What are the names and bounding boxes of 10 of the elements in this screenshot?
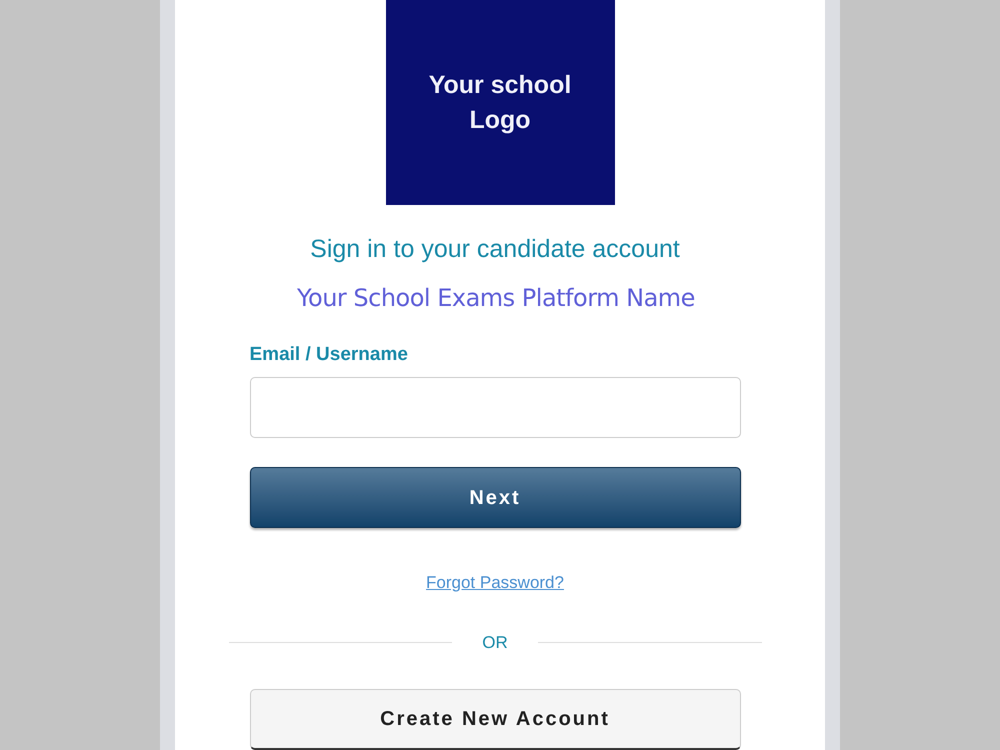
email-label: Email / Username [250,343,409,367]
or-divider-text: OR [481,632,509,654]
sign-in-heading: Sign in to your candidate account [310,234,680,265]
platform-name: Your School Exams Platform Name [297,283,695,313]
logo-text: Logo [469,104,531,136]
create-account-button[interactable]: Create New Account [250,689,740,750]
logo-text: Your school [428,70,572,100]
next-button[interactable]: Next [250,467,740,528]
forgot-password-link[interactable]: Forgot Password? [426,570,564,596]
email-input[interactable] [250,377,740,438]
